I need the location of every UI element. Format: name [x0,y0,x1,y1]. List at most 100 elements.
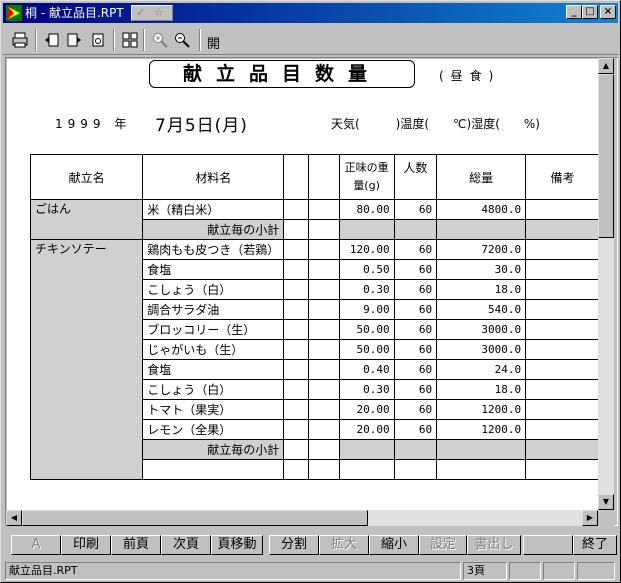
header-total: 総量 [436,154,527,200]
note-cell [525,339,600,360]
note-cell [525,239,600,260]
vertical-scroll-thumb[interactable] [598,74,614,238]
blank-cell [307,239,340,260]
blank-cell [436,459,527,480]
print-button[interactable]: 印刷 [61,535,111,555]
prev-page-icon[interactable] [41,29,63,51]
ingredient-name: 食塩 [142,259,285,280]
header-note: 備考 [525,154,600,200]
total-cell: 4800.0 [436,199,527,220]
page-jump-button[interactable]: 頁移動 [211,535,263,555]
report-page: 献立品目数量 (昼食) 1999 年 7月5日(月) 天気( )温度( ℃)湿度… [7,59,600,511]
people-cell: 60 [393,379,438,400]
status-panel [543,562,575,580]
header-blank [283,154,309,200]
blank-cell [283,239,309,260]
meal-label: (昼食) [439,69,501,83]
export-button[interactable]: 書出し [467,535,521,555]
zoom-out-icon[interactable] [171,29,193,51]
scroll-up-button[interactable]: ▲ [598,58,614,74]
app-icon[interactable] [6,5,22,21]
zoom-in-button[interactable]: 拡大 [319,535,369,555]
note-cell [525,319,600,340]
report-title: 献立品目数量 [149,60,415,88]
print-icon[interactable] [9,29,31,51]
dish-name: チキンソテー [29,239,144,480]
blank-cell [283,279,309,300]
ingredient-name: こしょう（白） [142,279,285,300]
title-bar[interactable]: 桐 - 献立品目.RPT ✓ ☆ _ □ × [3,3,618,23]
weight-cell: 0.40 [338,359,395,380]
note-cell [525,399,600,420]
note-cell [525,299,600,320]
ingredient-name: レモン（全果） [142,419,285,440]
blank-cell [283,219,309,240]
next-page-icon[interactable] [63,29,85,51]
note-cell [525,199,600,220]
people-cell: 60 [393,239,438,260]
zoom-out-button[interactable]: 縮小 [369,535,419,555]
table-row: ごはん 米（精白米） 80.00 60 4800.0 [29,199,600,240]
people-cell: 60 [393,299,438,320]
blank-cell [307,379,340,400]
vertical-scrollbar[interactable]: ▲ ▼ [598,58,614,510]
horizontal-scroll-thumb[interactable] [22,510,368,526]
total-cell: 3000.0 [436,339,527,360]
next-page-button[interactable]: 次頁 [161,535,211,555]
blank-cell [307,199,340,220]
total-cell: 540.0 [436,299,527,320]
weight-cell: 20.00 [338,419,395,440]
blank-cell [283,199,309,220]
blank-cell [307,219,340,240]
weight-cell: 0.30 [338,279,395,300]
weight-cell: 50.00 [338,339,395,360]
weight-cell: 0.50 [338,259,395,280]
blank-button[interactable] [523,535,573,555]
a-button[interactable]: A [11,535,61,555]
blank-cell [307,459,340,480]
blank-cell [393,439,438,460]
blank-cell [283,299,309,320]
prev-page-button[interactable]: 前頁 [111,535,161,555]
window-title: 桐 - 献立品目.RPT [25,6,124,20]
people-cell: 60 [393,359,438,380]
blank-cell [283,439,309,460]
blank-cell [525,439,600,460]
blank-cell [307,359,340,380]
ingredient-name: こしょう（白） [142,379,285,400]
minimize-button[interactable]: _ [566,5,582,19]
ingredient-name: 食塩 [142,359,285,380]
weight-cell: 9.00 [338,299,395,320]
blank-cell [338,439,395,460]
blank-cell [283,459,309,480]
total-cell: 3000.0 [436,319,527,340]
table-header-row: 献立名 材料名 正味の重量(g) 人数 総量 備考 [29,154,600,200]
maximize-button[interactable]: □ [582,5,598,19]
note-cell [525,259,600,280]
status-panel [577,562,615,580]
scroll-corner [598,510,614,526]
horizontal-scrollbar[interactable]: ◀ ▶ [6,510,598,526]
close-button[interactable]: × [600,5,616,19]
toolbar-separator [143,29,145,51]
note-cell [525,379,600,400]
dish-name: ごはん [29,199,144,240]
quit-button[interactable]: 終了 [573,535,617,555]
blank-cell [307,259,340,280]
scroll-down-button[interactable]: ▼ [598,494,614,510]
split-view-icon[interactable] [119,29,141,51]
zoom-in-icon[interactable] [149,29,171,51]
report-year: 1999 年 [55,117,132,131]
total-cell: 18.0 [436,379,527,400]
split-button[interactable]: 分割 [269,535,319,555]
weight-cell: 80.00 [338,199,395,220]
weight-cell: 0.30 [338,379,395,400]
settings-button[interactable]: 設定 [419,535,467,555]
table-row: チキンソテー 鶏肉もも皮つき（若鶏） 120.00 60 7200.0 [29,239,600,480]
open-button[interactable]: 開 [207,33,220,52]
page-jump-icon[interactable] [87,29,109,51]
scroll-right-button[interactable]: ▶ [582,510,598,526]
ingredient-name: 米（精白米） [142,199,285,220]
scroll-left-button[interactable]: ◀ [6,510,22,526]
header-dish: 献立名 [29,154,144,200]
